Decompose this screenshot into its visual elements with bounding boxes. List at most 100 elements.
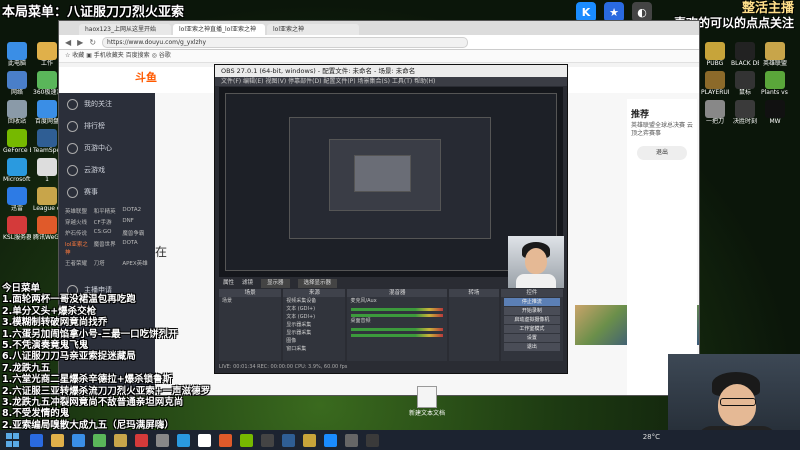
sidebar-item[interactable]: 赛事 bbox=[59, 181, 155, 203]
desktop-icon[interactable]: MW bbox=[761, 100, 789, 125]
obs-control-button[interactable]: 开始录制 bbox=[503, 307, 560, 315]
obs-control-button[interactable]: 退出 bbox=[503, 343, 560, 351]
sidebar-item[interactable]: 我的关注 bbox=[59, 93, 155, 115]
url-input[interactable]: https://www.douyu.com/g_yxlzhy bbox=[102, 36, 469, 48]
desktop-icons-right: PUBG BLACK DESERT英雄联盟 PLAYERUNKNOWN'S BATT… bbox=[700, 40, 800, 127]
desktop-icon[interactable]: Plants vs Zombies bbox=[761, 71, 789, 96]
back-icon[interactable]: ◀ bbox=[65, 38, 71, 47]
taskbar-app-icon[interactable] bbox=[198, 433, 211, 447]
browser-tab[interactable]: lol亚索之神 bbox=[267, 24, 359, 35]
source-item[interactable]: 文本 (GDI+) bbox=[283, 305, 345, 313]
desktop-icon[interactable]: 英雄联盟 bbox=[761, 42, 789, 67]
tray-weather[interactable]: 28°C bbox=[643, 433, 660, 441]
source-item[interactable]: 文本 (GDI+) bbox=[283, 313, 345, 321]
category-link[interactable]: CS:GO bbox=[94, 229, 121, 237]
app-shortcut-icon[interactable]: ◐ bbox=[632, 2, 652, 22]
source-item[interactable]: 显示器采集 bbox=[283, 321, 345, 329]
category-link[interactable]: DOTA bbox=[122, 240, 149, 256]
desktop-icon[interactable]: 百度网盘 bbox=[33, 100, 61, 125]
obs-control-button[interactable]: 设置 bbox=[503, 334, 560, 342]
desktop-icon[interactable]: 网络 bbox=[3, 71, 31, 96]
desktop-icon[interactable]: 鼠标 bbox=[731, 71, 759, 96]
sidebar-item[interactable]: 排行榜 bbox=[59, 115, 155, 137]
desktop-icon[interactable]: PUBG bbox=[701, 42, 729, 67]
source-item[interactable]: 视频采集设备 bbox=[283, 297, 345, 305]
source-item[interactable]: 窗口采集 bbox=[283, 345, 345, 353]
category-link[interactable]: 魔兽世界 bbox=[94, 240, 121, 256]
desktop-icon[interactable]: 1 bbox=[33, 158, 61, 183]
desktop-icon[interactable]: 迅雷 bbox=[3, 187, 31, 212]
category-link[interactable]: lol亚索之神 bbox=[65, 240, 92, 256]
desktop-icon[interactable]: TeamSpeak 3 bbox=[33, 129, 61, 154]
desktop-icon-textfile[interactable]: 新建文本文档 bbox=[402, 386, 452, 417]
category-link[interactable]: 炉石传说 bbox=[65, 229, 92, 237]
obs-control-button[interactable]: 启动虚拟摄像机 bbox=[503, 316, 560, 324]
category-link[interactable]: 穿越火线 bbox=[65, 218, 92, 226]
source-item[interactable]: 图像 bbox=[283, 337, 345, 345]
taskbar-app-icon[interactable] bbox=[135, 433, 148, 447]
right-panel-button[interactable]: 退出 bbox=[637, 146, 687, 160]
category-link[interactable]: 刀塔 bbox=[94, 259, 121, 267]
obs-control-button[interactable]: 停止推流 bbox=[503, 298, 560, 306]
obs-toolbar-button[interactable]: 滤镜 bbox=[242, 279, 253, 288]
category-link[interactable]: 王者荣耀 bbox=[65, 259, 92, 267]
category-link[interactable]: 英雄联盟 bbox=[65, 207, 92, 215]
desktop-icon[interactable]: 工作 bbox=[33, 42, 61, 67]
category-link[interactable]: CF手游 bbox=[94, 218, 121, 226]
app-shortcut-icon[interactable]: ★ bbox=[604, 2, 624, 22]
desktop-icon[interactable]: BLACK DESERT bbox=[731, 42, 759, 67]
taskbar-app-icon[interactable] bbox=[345, 433, 358, 447]
obs-toolbar-button[interactable]: 选择显示器 bbox=[297, 279, 338, 288]
taskbar-app-icon[interactable] bbox=[30, 433, 43, 447]
app-icon bbox=[7, 100, 27, 118]
taskbar-app-icon[interactable] bbox=[282, 433, 295, 447]
category-link[interactable]: DNF bbox=[122, 218, 149, 226]
desktop-icon[interactable]: PLAYERUNKNOWN'S BATTLEGROUNDS bbox=[701, 71, 729, 96]
sidebar-item[interactable]: 云游戏 bbox=[59, 159, 155, 181]
taskbar-app-icon[interactable] bbox=[93, 433, 106, 447]
category-link[interactable]: 和平精英 bbox=[94, 207, 121, 215]
taskbar-app-icon[interactable] bbox=[156, 433, 169, 447]
sidebar-item[interactable]: 页游中心 bbox=[59, 137, 155, 159]
panel-header: 转场 bbox=[449, 289, 499, 297]
forward-icon[interactable]: ▶ bbox=[77, 38, 83, 47]
obs-toolbar-button[interactable]: 显示器 bbox=[261, 279, 290, 288]
desktop-icon-label: PLAYERUNKNOWN'S BATTLEGROUNDS bbox=[701, 89, 729, 96]
desktop-icon[interactable]: 此电脑 bbox=[3, 42, 31, 67]
windows-taskbar: 28°C bbox=[0, 430, 800, 450]
douyu-logo[interactable]: 斗鱼 bbox=[135, 69, 157, 85]
category-link[interactable]: DOTA2 bbox=[122, 207, 149, 215]
category-link[interactable]: APEX英雄 bbox=[122, 259, 149, 267]
taskbar-app-icon[interactable] bbox=[261, 433, 274, 447]
taskbar-app-icon[interactable] bbox=[303, 433, 316, 447]
desktop-icon[interactable]: 360极速浏览器 bbox=[33, 71, 61, 96]
refresh-icon[interactable]: ↻ bbox=[89, 38, 96, 47]
desktop-icon[interactable]: 回收站 bbox=[3, 100, 31, 125]
browser-tab[interactable]: lol亚索之神直播_lol亚索之神 bbox=[173, 24, 265, 35]
desktop-icon[interactable]: 腾讯WeGame bbox=[33, 216, 61, 241]
stream-thumbnail[interactable] bbox=[575, 305, 635, 345]
desktop-icon[interactable]: GeForce Experience bbox=[3, 129, 31, 154]
app-shortcut-icon[interactable]: K bbox=[576, 2, 596, 22]
obs-control-button[interactable]: 工作室模式 bbox=[503, 325, 560, 333]
desktop-icon[interactable]: 一把刀 bbox=[701, 100, 729, 125]
category-link[interactable]: 魔兽争霸 bbox=[122, 229, 149, 237]
obs-menubar[interactable]: 文件(F) 编辑(E) 视图(V) 停靠部件(D) 配置文件(P) 场景集合(S… bbox=[215, 77, 567, 86]
taskbar-app-icon[interactable] bbox=[366, 433, 379, 447]
desktop-icon[interactable]: League of Legends bbox=[33, 187, 61, 212]
desktop-icon[interactable]: 决胜时刻 bbox=[731, 100, 759, 125]
windows-start-icon[interactable] bbox=[6, 433, 20, 447]
desktop-icon[interactable]: KSL服务器助手 bbox=[3, 216, 31, 241]
taskbar-app-icon[interactable] bbox=[219, 433, 232, 447]
desktop-icon-label: MW bbox=[769, 118, 781, 125]
desktop-icon-label: Microsoft Edge bbox=[3, 176, 31, 183]
taskbar-app-icon[interactable] bbox=[324, 433, 337, 447]
taskbar-app-icon[interactable] bbox=[177, 433, 190, 447]
source-item[interactable]: 显示器采集 bbox=[283, 329, 345, 337]
browser-tab[interactable]: haox123_上网从这里开始 bbox=[79, 24, 171, 35]
taskbar-app-icon[interactable] bbox=[240, 433, 253, 447]
desktop-icon[interactable]: Microsoft Edge bbox=[3, 158, 31, 183]
taskbar-app-icon[interactable] bbox=[51, 433, 64, 447]
taskbar-app-icon[interactable] bbox=[114, 433, 127, 447]
taskbar-app-icon[interactable] bbox=[72, 433, 85, 447]
